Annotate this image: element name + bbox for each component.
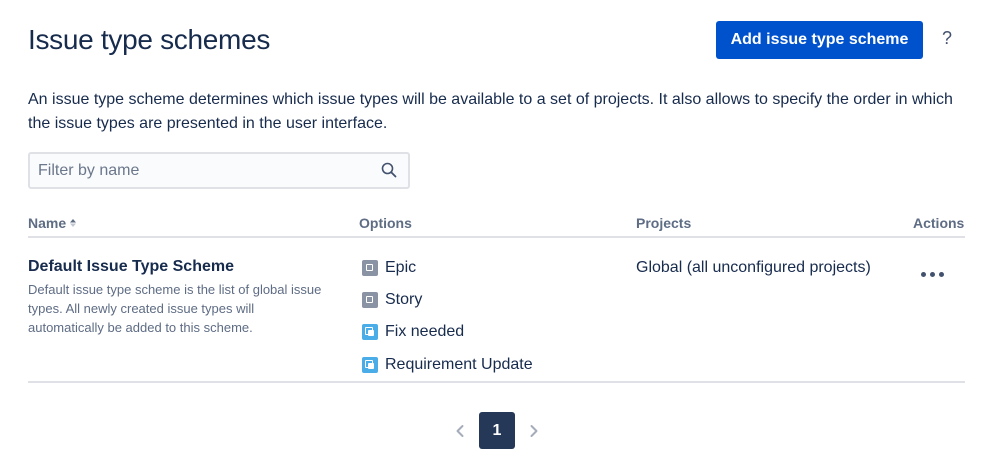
projects-cell: Global (all unconfigured projects)	[636, 259, 871, 276]
page-description: An issue type scheme determines which is…	[28, 91, 953, 132]
option-label: Story	[385, 291, 423, 308]
sort-ascending-icon	[70, 219, 77, 227]
option-label: Fix needed	[385, 323, 465, 340]
option-label: Requirement Update	[385, 356, 533, 373]
story-issue-icon	[362, 292, 378, 308]
add-issue-type-scheme-button[interactable]: Add issue type scheme	[716, 21, 923, 59]
page-title: Issue type schemes	[28, 24, 271, 55]
pagination-page-button[interactable]: 1	[479, 412, 515, 449]
filter-input[interactable]	[38, 160, 368, 182]
column-header-name[interactable]: Name	[28, 215, 77, 231]
column-header-options: Options	[359, 215, 412, 231]
chevron-left-icon[interactable]	[450, 420, 470, 442]
option-item-story: Story	[362, 290, 422, 310]
epic-issue-icon	[362, 260, 378, 276]
option-item-requirement-update: Requirement Update	[362, 355, 533, 375]
option-item-epic: Epic	[362, 258, 416, 278]
column-header-actions: Actions	[913, 215, 965, 231]
scheme-name: Default Issue Type Scheme	[28, 258, 234, 275]
column-header-projects: Projects	[636, 215, 692, 231]
table-header-divider	[28, 236, 965, 238]
chevron-right-icon[interactable]	[524, 420, 544, 442]
option-item-fix-needed: Fix needed	[362, 322, 464, 342]
column-header-name-label: Name	[28, 215, 67, 231]
scheme-description: Default issue type scheme is the list of…	[28, 282, 322, 335]
option-label: Epic	[385, 259, 417, 276]
filter-field	[28, 152, 410, 189]
requirement-update-issue-icon	[362, 357, 378, 373]
table-bottom-divider	[28, 381, 965, 383]
more-actions-icon[interactable]	[915, 262, 949, 286]
fix-needed-issue-icon	[362, 324, 378, 340]
help-icon[interactable]: ?	[937, 28, 957, 52]
search-icon[interactable]	[381, 162, 397, 178]
